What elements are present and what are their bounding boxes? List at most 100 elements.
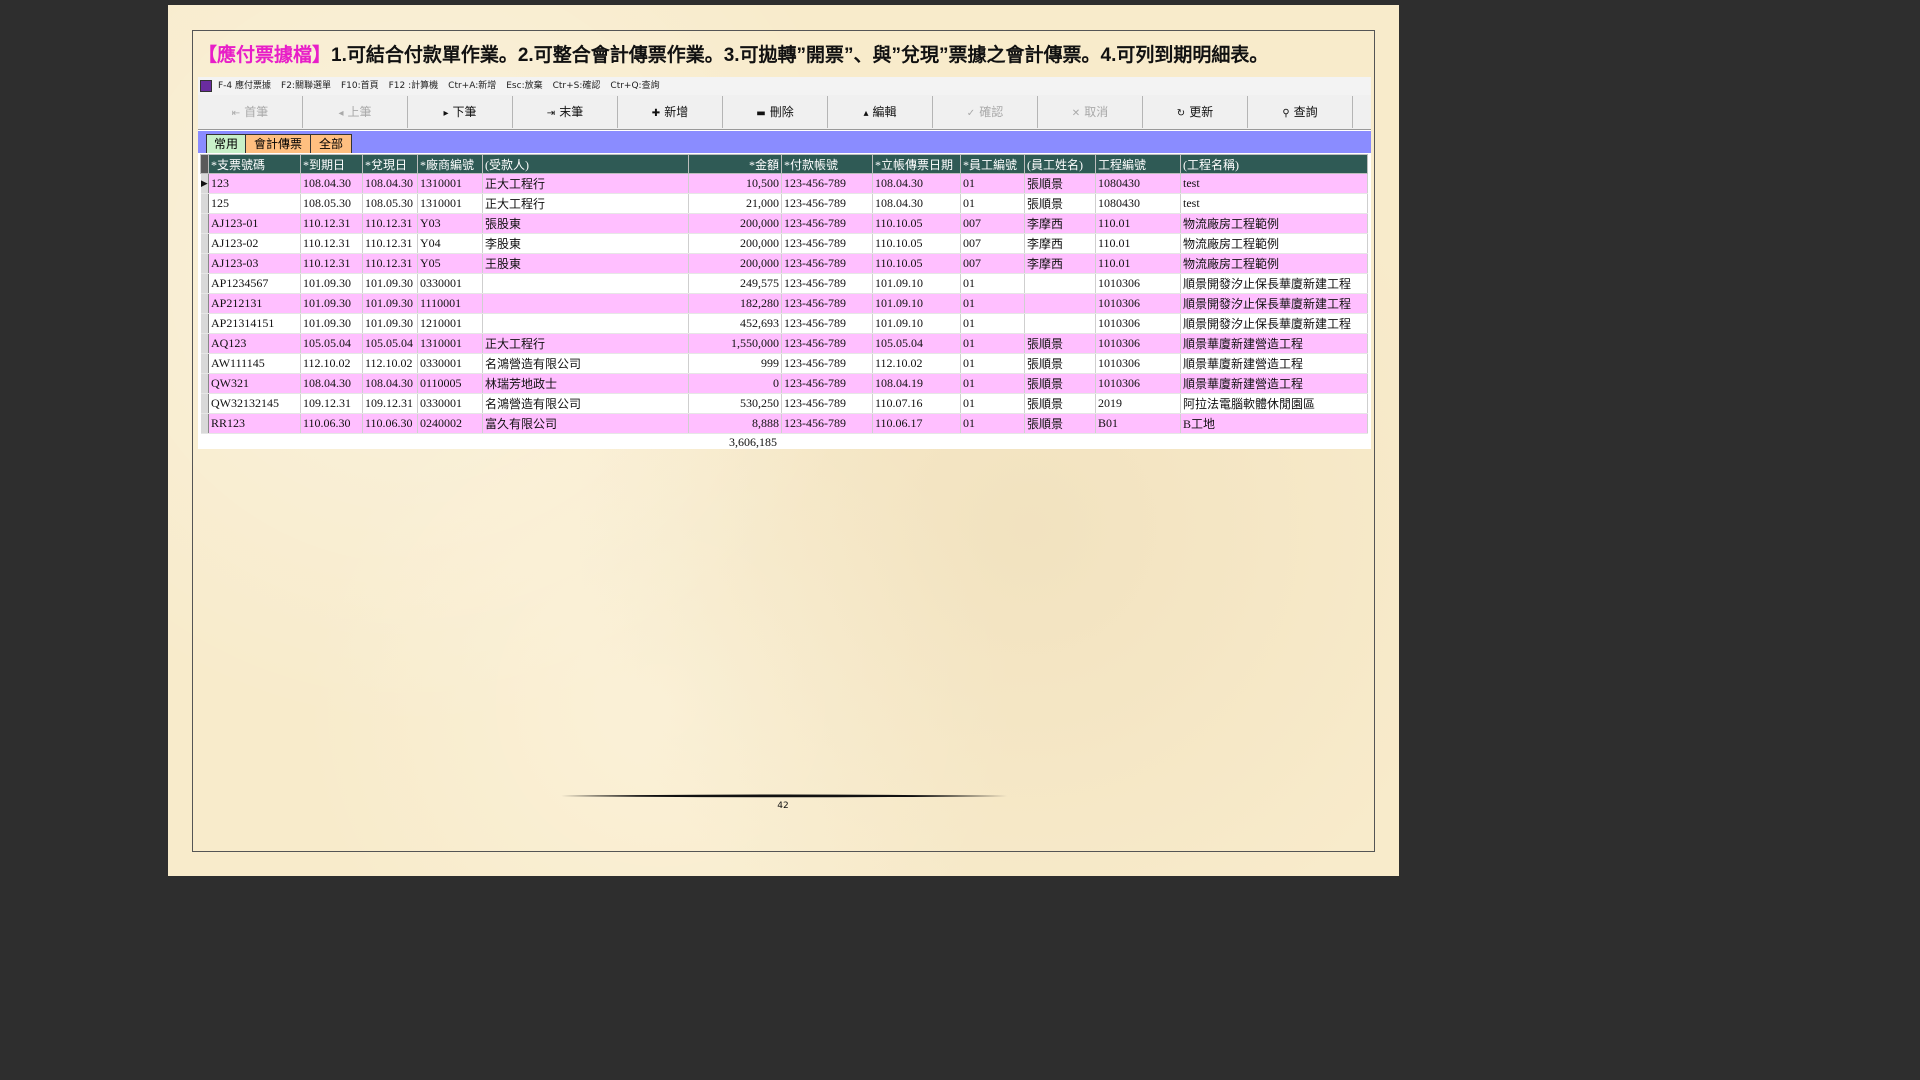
- col-employee-name-cell[interactable]: 張順景: [1024, 173, 1096, 194]
- row-selector[interactable]: [200, 333, 209, 354]
- col-check-no-cell[interactable]: 123: [208, 173, 301, 194]
- col-employee-name-cell[interactable]: 張順景: [1024, 353, 1096, 374]
- tab-all[interactable]: 全部: [310, 134, 352, 153]
- col-cash-date-cell[interactable]: 110.12.31: [362, 213, 418, 234]
- col-project-id-cell[interactable]: 1010306: [1095, 353, 1181, 374]
- col-account-cell[interactable]: 123-456-789: [781, 193, 873, 214]
- col-account-header[interactable]: *付款帳號: [781, 154, 873, 174]
- col-due-date-cell[interactable]: 101.09.30: [300, 313, 363, 334]
- row-selector[interactable]: [200, 413, 209, 434]
- col-account-cell[interactable]: 123-456-789: [781, 333, 873, 354]
- col-cash-date-cell[interactable]: 101.09.30: [362, 313, 418, 334]
- col-vendor-id-cell[interactable]: 1310001: [417, 193, 483, 214]
- table-row[interactable]: AP212131 101.09.30 101.09.30 1110001 182,280…: [200, 293, 1368, 314]
- col-voucher-date-cell[interactable]: 105.05.04: [872, 333, 961, 354]
- col-project-id-cell[interactable]: 110.01: [1095, 233, 1181, 254]
- col-project-name-cell[interactable]: 順景開發汐止保長華廈新建工程: [1180, 273, 1368, 294]
- col-due-date-cell[interactable]: 108.05.30: [300, 193, 363, 214]
- col-payee-cell[interactable]: [482, 293, 689, 314]
- col-project-id-cell[interactable]: 1010306: [1095, 373, 1181, 394]
- col-employee-id-cell[interactable]: 01: [960, 193, 1025, 214]
- col-voucher-date-header[interactable]: *立帳傳票日期: [872, 154, 961, 174]
- cancel-button[interactable]: ✕ 取消: [1038, 96, 1143, 128]
- col-vendor-id-cell[interactable]: Y05: [417, 253, 483, 274]
- col-employee-name-cell[interactable]: 李摩西: [1024, 253, 1096, 274]
- col-cash-date-cell[interactable]: 112.10.02: [362, 353, 418, 374]
- col-cash-date-cell[interactable]: 108.04.30: [362, 173, 418, 194]
- col-project-id-cell[interactable]: 110.01: [1095, 213, 1181, 234]
- col-check-no-cell[interactable]: AQ123: [208, 333, 301, 354]
- col-project-name-cell[interactable]: 順景華廈新建營造工程: [1180, 353, 1368, 374]
- col-employee-name-cell[interactable]: [1024, 273, 1096, 294]
- table-row[interactable]: 125 108.05.30 108.05.30 1310001 正大工程行 21,000 1…: [200, 193, 1368, 214]
- col-amount-cell[interactable]: 249,575: [688, 273, 782, 294]
- col-payee-cell[interactable]: 李股東: [482, 233, 689, 254]
- col-due-date-cell[interactable]: 101.09.30: [300, 293, 363, 314]
- col-payee-cell[interactable]: 富久有限公司: [482, 413, 689, 434]
- col-payee-cell[interactable]: 名鴻營造有限公司: [482, 353, 689, 374]
- col-employee-id-cell[interactable]: 01: [960, 293, 1025, 314]
- col-check-no-cell[interactable]: RR123: [208, 413, 301, 434]
- first-record-button[interactable]: ⇤ 首筆: [198, 96, 303, 128]
- col-check-no-cell[interactable]: QW32132145: [208, 393, 301, 414]
- tab-common[interactable]: 常用: [206, 134, 246, 153]
- col-payee-cell[interactable]: 正大工程行: [482, 173, 689, 194]
- col-payee-cell[interactable]: 名鴻營造有限公司: [482, 393, 689, 414]
- table-row[interactable]: AW111145 112.10.02 112.10.02 0330001 名鴻營造有限公…: [200, 353, 1368, 374]
- col-voucher-date-cell[interactable]: 110.10.05: [872, 233, 961, 254]
- confirm-button[interactable]: ✓ 確認: [933, 96, 1038, 128]
- last-record-button[interactable]: ⇥ 末筆: [513, 96, 618, 128]
- col-account-cell[interactable]: 123-456-789: [781, 353, 873, 374]
- col-project-id-cell[interactable]: 1010306: [1095, 313, 1181, 334]
- col-vendor-id-cell[interactable]: 1210001: [417, 313, 483, 334]
- col-account-cell[interactable]: 123-456-789: [781, 233, 873, 254]
- col-account-cell[interactable]: 123-456-789: [781, 373, 873, 394]
- col-check-no-cell[interactable]: AP1234567: [208, 273, 301, 294]
- col-vendor-id-header[interactable]: *廠商編號: [417, 154, 483, 174]
- col-vendor-id-cell[interactable]: Y04: [417, 233, 483, 254]
- col-vendor-id-cell[interactable]: 0240002: [417, 413, 483, 434]
- edit-button[interactable]: ▴ 編輯: [828, 96, 933, 128]
- row-selector[interactable]: [200, 273, 209, 294]
- col-check-no-cell[interactable]: AJ123-03: [208, 253, 301, 274]
- col-payee-cell[interactable]: [482, 273, 689, 294]
- table-row[interactable]: AJ123-02 110.12.31 110.12.31 Y04 李股東 200,000 1…: [200, 233, 1368, 254]
- col-amount-cell[interactable]: 21,000: [688, 193, 782, 214]
- col-employee-name-cell[interactable]: 李摩西: [1024, 233, 1096, 254]
- col-account-cell[interactable]: 123-456-789: [781, 293, 873, 314]
- col-cash-date-cell[interactable]: 108.04.30: [362, 373, 418, 394]
- col-project-id-cell[interactable]: 1010306: [1095, 293, 1181, 314]
- col-voucher-date-cell[interactable]: 110.10.05: [872, 253, 961, 274]
- col-due-date-cell[interactable]: 110.12.31: [300, 213, 363, 234]
- col-project-name-cell[interactable]: test: [1180, 193, 1368, 214]
- col-project-name-cell[interactable]: 物流廠房工程範例: [1180, 233, 1368, 254]
- col-project-id-cell[interactable]: 1010306: [1095, 333, 1181, 354]
- col-vendor-id-cell[interactable]: 1310001: [417, 173, 483, 194]
- col-employee-name-cell[interactable]: [1024, 313, 1096, 334]
- col-project-name-header[interactable]: (工程名稱): [1180, 154, 1368, 174]
- row-selector[interactable]: [200, 373, 209, 394]
- col-employee-id-cell[interactable]: 01: [960, 413, 1025, 434]
- table-row[interactable]: AJ123-01 110.12.31 110.12.31 Y03 張股東 200,000 1…: [200, 213, 1368, 234]
- col-account-cell[interactable]: 123-456-789: [781, 173, 873, 194]
- table-row[interactable]: AP21314151 101.09.30 101.09.30 1210001 452,6…: [200, 313, 1368, 334]
- col-due-date-cell[interactable]: 108.04.30: [300, 373, 363, 394]
- col-payee-cell[interactable]: 正大工程行: [482, 333, 689, 354]
- col-amount-cell[interactable]: 0: [688, 373, 782, 394]
- col-due-date-cell[interactable]: 110.12.31: [300, 233, 363, 254]
- delete-button[interactable]: ▬ 刪除: [723, 96, 828, 128]
- col-employee-name-cell[interactable]: [1024, 293, 1096, 314]
- col-cash-date-cell[interactable]: 101.09.30: [362, 293, 418, 314]
- col-vendor-id-cell[interactable]: 0110005: [417, 373, 483, 394]
- col-employee-name-cell[interactable]: 張順景: [1024, 393, 1096, 414]
- col-due-date-cell[interactable]: 112.10.02: [300, 353, 363, 374]
- add-button[interactable]: ✚ 新增: [618, 96, 723, 128]
- col-employee-id-cell[interactable]: 01: [960, 373, 1025, 394]
- col-check-no-cell[interactable]: AP212131: [208, 293, 301, 314]
- col-cash-date-cell[interactable]: 110.06.30: [362, 413, 418, 434]
- col-employee-id-cell[interactable]: 01: [960, 173, 1025, 194]
- col-project-name-cell[interactable]: 順景開發汐止保長華廈新建工程: [1180, 313, 1368, 334]
- table-row[interactable]: AP1234567 101.09.30 101.09.30 0330001 249,57…: [200, 273, 1368, 294]
- col-check-no-cell[interactable]: QW321: [208, 373, 301, 394]
- col-due-date-cell[interactable]: 110.12.31: [300, 253, 363, 274]
